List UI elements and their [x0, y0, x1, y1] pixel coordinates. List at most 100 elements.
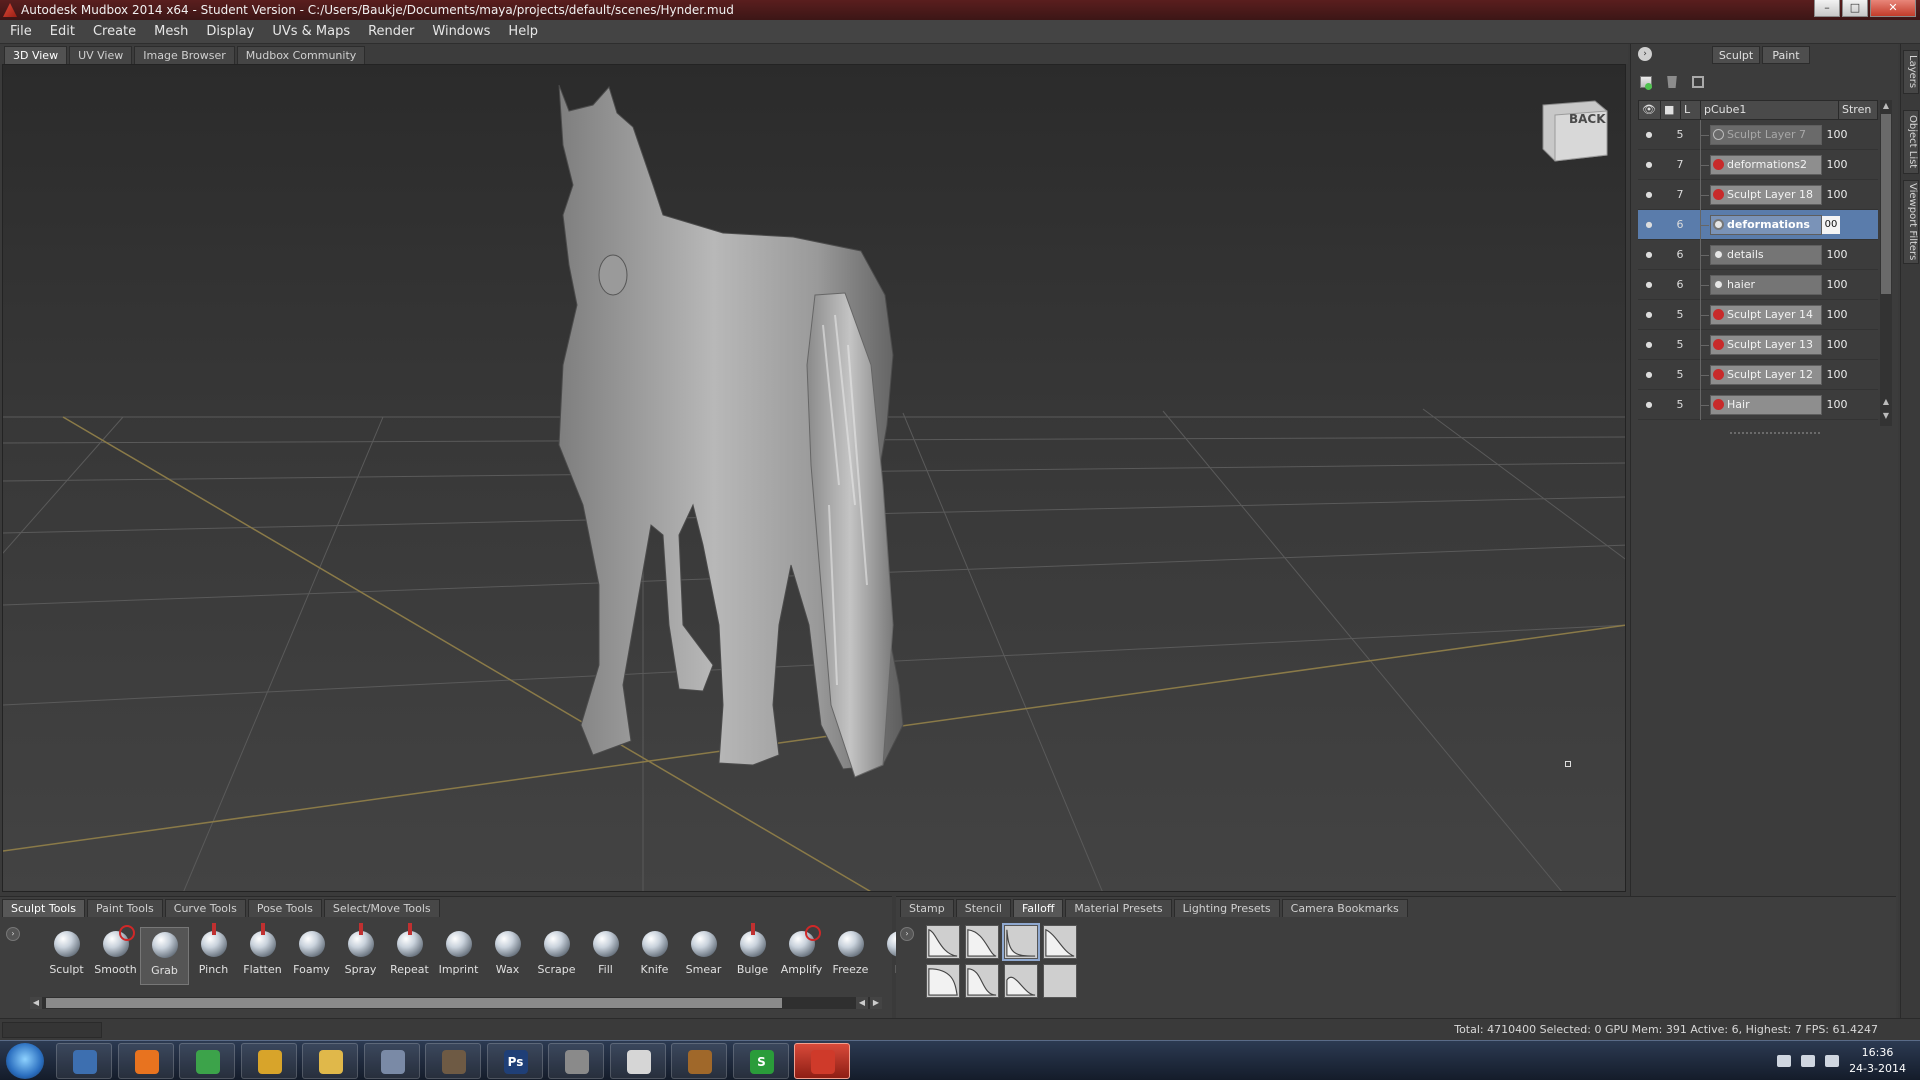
side-tab-object-list[interactable]: Object List: [1903, 110, 1919, 174]
panel-splitter[interactable]: [1730, 432, 1820, 434]
taskbar-game-app[interactable]: [425, 1043, 481, 1079]
falloff-preset-concave[interactable]: [965, 925, 999, 959]
tab-camera-bookmarks[interactable]: Camera Bookmarks: [1281, 899, 1408, 917]
layer-row[interactable]: ● 5 Sculpt Layer 12 100: [1638, 359, 1878, 390]
visibility-icon[interactable]: ●: [1638, 370, 1660, 379]
taskbar-game-launcher[interactable]: [671, 1043, 727, 1079]
layer-strength[interactable]: 100: [1822, 398, 1852, 411]
tool-bulge[interactable]: Bulge: [728, 923, 777, 985]
layer-strength[interactable]: 100: [1822, 248, 1852, 261]
menu-windows[interactable]: Windows: [432, 24, 490, 39]
layer-scrollbar[interactable]: ▲ ▲ ▼: [1880, 100, 1892, 426]
visibility-icon[interactable]: ●: [1638, 130, 1660, 139]
layer-name-field[interactable]: details: [1710, 244, 1822, 265]
layer-row[interactable]: ● 6 haier 100: [1638, 269, 1878, 300]
network-icon[interactable]: [1801, 1055, 1816, 1067]
tool-fill[interactable]: Fill: [581, 927, 630, 985]
layer-row[interactable]: ● 5 Hair 100: [1638, 389, 1878, 420]
tab-falloff[interactable]: Falloff: [1012, 899, 1064, 917]
tab-paint-tools[interactable]: Paint Tools: [86, 899, 163, 917]
tab-paint-layers[interactable]: Paint: [1762, 46, 1810, 64]
layer-name-field[interactable]: Sculpt Layer 7: [1710, 124, 1822, 145]
layer-name-field[interactable]: Sculpt Layer 12: [1710, 364, 1822, 385]
menu-file[interactable]: File: [10, 24, 32, 39]
new-layer-icon[interactable]: [1640, 76, 1652, 90]
menu-mesh[interactable]: Mesh: [154, 24, 188, 39]
merge-layer-icon[interactable]: [1692, 76, 1704, 88]
layer-name-field[interactable]: haier: [1710, 274, 1822, 295]
scroll-up-icon[interactable]: ▲: [1880, 100, 1892, 112]
menu-uvs-maps[interactable]: UVs & Maps: [272, 24, 350, 39]
viewcube-face-label[interactable]: BACK: [1569, 112, 1606, 126]
layer-row[interactable]: ● 5 Sculpt Layer 7 100: [1638, 119, 1878, 150]
layer-strength[interactable]: 100: [1822, 338, 1852, 351]
layer-row[interactable]: ● 7 deformations2 100: [1638, 149, 1878, 180]
scroll-left-icon[interactable]: ◀: [30, 997, 42, 1009]
tab-curve-tools[interactable]: Curve Tools: [164, 899, 246, 917]
volume-icon[interactable]: [1825, 1055, 1840, 1067]
tab-image-browser[interactable]: Image Browser: [134, 46, 235, 64]
visibility-icon[interactable]: ●: [1638, 220, 1660, 229]
taskbar-mudbox[interactable]: [794, 1043, 850, 1079]
tab-stamp[interactable]: Stamp: [900, 899, 954, 917]
taskbar-window-app[interactable]: [363, 1043, 420, 1079]
layer-name-field[interactable]: deformations2: [1710, 154, 1822, 175]
taskbar-settings[interactable]: [548, 1043, 604, 1079]
start-button[interactable]: [6, 1043, 44, 1079]
layer-strength[interactable]: 100: [1822, 188, 1852, 201]
tool-pinch[interactable]: Pinch: [189, 923, 238, 985]
clock[interactable]: 16:36 24-3-2014: [1849, 1045, 1906, 1077]
layer-name-field[interactable]: Sculpt Layer 14: [1710, 304, 1822, 325]
tool-sculpt[interactable]: Sculpt: [42, 927, 91, 985]
taskbar-photoshop[interactable]: Ps: [486, 1043, 543, 1079]
layer-strength[interactable]: 100: [1822, 368, 1852, 381]
layer-strength[interactable]: 100: [1822, 308, 1852, 321]
scroll-up-icon[interactable]: ▲: [1880, 396, 1892, 408]
falloff-preset-convex[interactable]: [926, 964, 960, 998]
maximize-button[interactable]: □: [1842, 0, 1868, 17]
tool-freeze[interactable]: Freeze: [826, 927, 875, 985]
layer-row[interactable]: ● 5 Sculpt Layer 13 100: [1638, 329, 1878, 360]
layer-strength[interactable]: 100: [1822, 278, 1852, 291]
show-hidden-icons-icon[interactable]: [1777, 1055, 1792, 1067]
falloff-preset-steep[interactable]: [1002, 923, 1040, 961]
tab-lighting-presets[interactable]: Lighting Presets: [1173, 899, 1280, 917]
layer-name-field[interactable]: Sculpt Layer 18: [1710, 184, 1822, 205]
tab-select-move-tools[interactable]: Select/Move Tools: [323, 899, 440, 917]
tab-3d-view[interactable]: 3D View: [4, 46, 68, 64]
layer-strength[interactable]: 100: [1822, 128, 1852, 141]
visibility-icon[interactable]: ●: [1638, 310, 1660, 319]
tab-stencil[interactable]: Stencil: [955, 899, 1011, 917]
layer-scroll-thumb[interactable]: [1881, 114, 1891, 294]
taskbar-unity[interactable]: [609, 1043, 666, 1079]
falloff-preset-bell[interactable]: [1004, 964, 1038, 998]
side-tab-viewport-filters[interactable]: Viewport Filters: [1903, 180, 1919, 264]
tool-repeat[interactable]: Repeat: [385, 923, 434, 985]
taskbar-network-app[interactable]: [56, 1043, 112, 1079]
tool-imprint[interactable]: Imprint: [434, 927, 483, 985]
visibility-icon[interactable]: ●: [1638, 340, 1660, 349]
close-button[interactable]: ✕: [1870, 0, 1916, 17]
layer-strength[interactable]: 100: [1822, 158, 1852, 171]
tool-smooth[interactable]: Smooth: [91, 925, 140, 985]
tool-knife[interactable]: Knife: [630, 927, 679, 985]
tab-mudbox-community[interactable]: Mudbox Community: [236, 46, 366, 64]
tool-foamy[interactable]: Foamy: [287, 927, 336, 985]
tab-sculpt-tools[interactable]: Sculpt Tools: [2, 899, 85, 917]
visibility-icon[interactable]: ●: [1638, 250, 1660, 259]
visibility-icon[interactable]: ●: [1638, 190, 1660, 199]
layer-row[interactable]: ● 5 Sculpt Layer 14 100: [1638, 299, 1878, 330]
tab-uv-view[interactable]: UV View: [69, 46, 133, 64]
menu-edit[interactable]: Edit: [50, 24, 75, 39]
tab-pose-tools[interactable]: Pose Tools: [247, 899, 322, 917]
tool-flatten[interactable]: Flatten: [238, 923, 287, 985]
taskbar-chrome[interactable]: [179, 1043, 235, 1079]
tool-scroll-thumb[interactable]: [46, 998, 782, 1008]
delete-layer-icon[interactable]: [1667, 76, 1677, 88]
tool-grab[interactable]: Grab: [140, 927, 189, 985]
panel-collapse-icon[interactable]: ›: [1638, 47, 1652, 61]
menu-create[interactable]: Create: [93, 24, 136, 39]
taskbar-media-player[interactable]: [240, 1043, 297, 1079]
layer-name-field[interactable]: Hair: [1710, 394, 1822, 415]
falloff-preset-soft[interactable]: [1043, 925, 1077, 959]
